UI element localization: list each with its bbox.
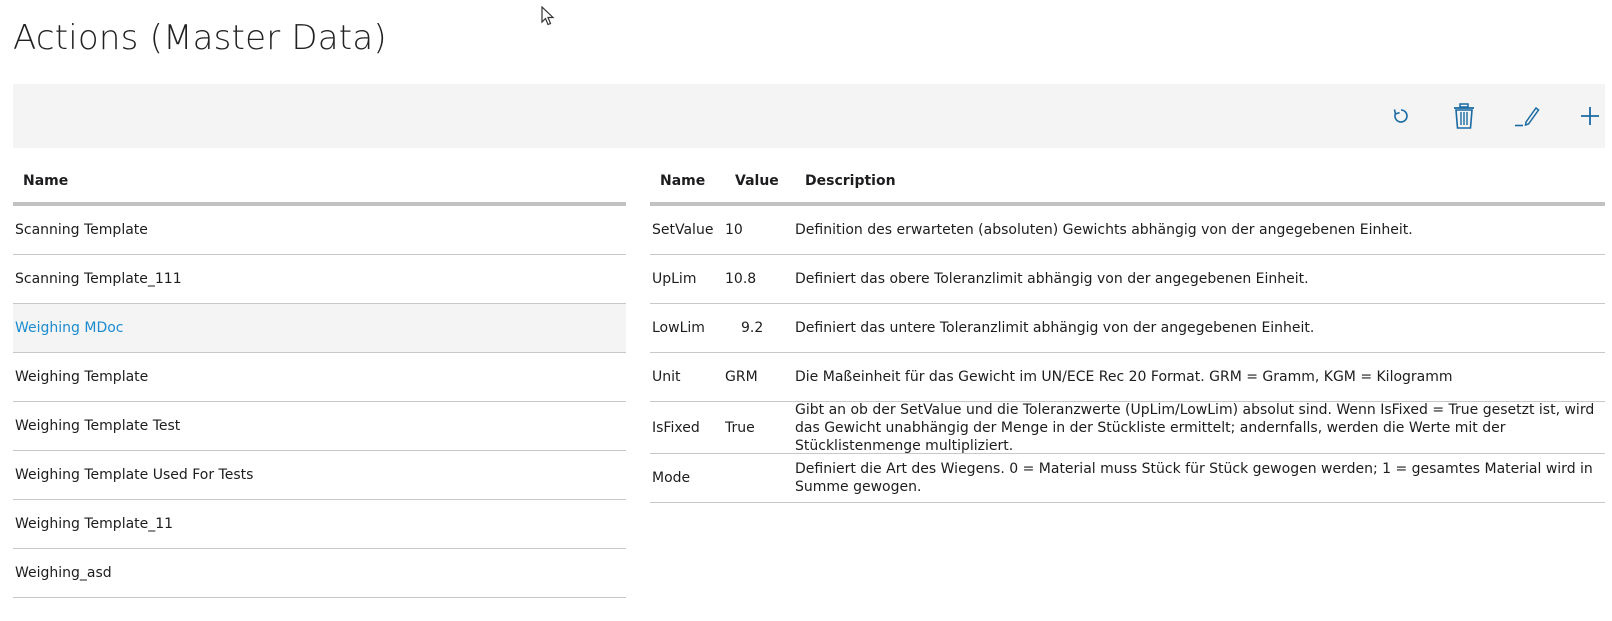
param-description: Definiert die Art des Wiegens. 0 = Mater… — [795, 461, 1593, 495]
param-value: GRM — [725, 369, 758, 385]
param-value: 9.2 — [741, 320, 764, 336]
column-header-description[interactable]: Description — [805, 173, 896, 189]
page-title: Actions (Master Data) — [13, 18, 387, 58]
refresh-icon — [1393, 109, 1408, 123]
param-value: 10.8 — [725, 271, 757, 287]
param-name: SetValue — [652, 222, 714, 238]
param-description: Definiert das untere Toleranzlimit abhän… — [795, 320, 1315, 336]
actions-list-table: Name Scanning Template Scanning Template_… — [13, 164, 626, 598]
list-item-label: Weighing Template Test — [15, 418, 181, 434]
list-item[interactable]: Scanning Template_111 — [13, 255, 626, 304]
param-value: True — [725, 419, 755, 436]
list-item[interactable]: Weighing Template Test — [13, 402, 626, 451]
list-item-label: Scanning Template — [15, 222, 148, 238]
list-item-label: Weighing_asd — [15, 565, 112, 581]
param-value: 10 — [725, 222, 743, 238]
param-description: Die Maßeinheit für das Gewicht im UN/ECE… — [795, 369, 1453, 385]
pencil-icon — [1515, 106, 1540, 127]
param-description: Gibt an ob der SetValue und die Toleranz… — [795, 401, 1595, 454]
parameters-table: Name Value Description SetValue 10 Definit… — [650, 164, 1605, 503]
column-header-name[interactable]: Name — [660, 173, 705, 189]
param-name: IsFixed — [652, 419, 700, 436]
mouse-cursor-icon — [541, 5, 555, 30]
param-name: Unit — [652, 369, 681, 385]
list-item-label: Weighing Template — [15, 369, 149, 385]
param-name: Mode — [652, 470, 691, 486]
refresh-button[interactable] — [1381, 96, 1421, 136]
list-item[interactable]: Scanning Template — [13, 206, 626, 255]
param-name: LowLim — [652, 320, 705, 336]
delete-button[interactable] — [1444, 96, 1484, 136]
actions-list-header: Name — [13, 164, 626, 206]
action-toolbar — [13, 84, 1605, 148]
table-row[interactable]: LowLim 9.2 Definiert das untere Toleranzli… — [650, 304, 1605, 353]
column-header-value[interactable]: Value — [735, 173, 779, 189]
list-item[interactable]: Weighing_asd — [13, 549, 626, 598]
param-name: UpLim — [652, 271, 697, 287]
table-row[interactable]: Unit GRM Die Maßeinheit für das Gewicht im… — [650, 353, 1605, 402]
list-item[interactable]: Weighing MDoc — [13, 304, 626, 353]
plus-icon — [1581, 107, 1599, 125]
table-row[interactable]: Mode Definiert die Art des Wiegens. 0 = M… — [650, 454, 1605, 503]
table-row[interactable]: SetValue 10 Definition des erwarteten (abs… — [650, 206, 1605, 255]
list-item[interactable]: Weighing Template — [13, 353, 626, 402]
list-item-label: Scanning Template_111 — [15, 271, 182, 287]
list-item-label: Weighing MDoc — [15, 320, 124, 336]
table-row[interactable]: IsFixed True Gibt an ob der SetValue und d… — [650, 402, 1605, 454]
edit-button[interactable] — [1507, 96, 1547, 136]
list-item[interactable]: Weighing Template Used For Tests — [13, 451, 626, 500]
table-row[interactable]: UpLim 10.8 Definiert das obere Toleranzlim… — [650, 255, 1605, 304]
list-item-label: Weighing Template_11 — [15, 516, 174, 532]
column-header-name[interactable]: Name — [23, 173, 68, 189]
list-item[interactable]: Weighing Template_11 — [13, 500, 626, 549]
add-button[interactable] — [1570, 96, 1610, 136]
parameters-header: Name Value Description — [650, 164, 1605, 206]
param-description: Definition des erwarteten (absoluten) Ge… — [795, 222, 1413, 238]
trash-icon — [1454, 103, 1474, 129]
param-description: Definiert das obere Toleranzlimit abhäng… — [795, 271, 1309, 287]
list-item-label: Weighing Template Used For Tests — [15, 467, 254, 483]
